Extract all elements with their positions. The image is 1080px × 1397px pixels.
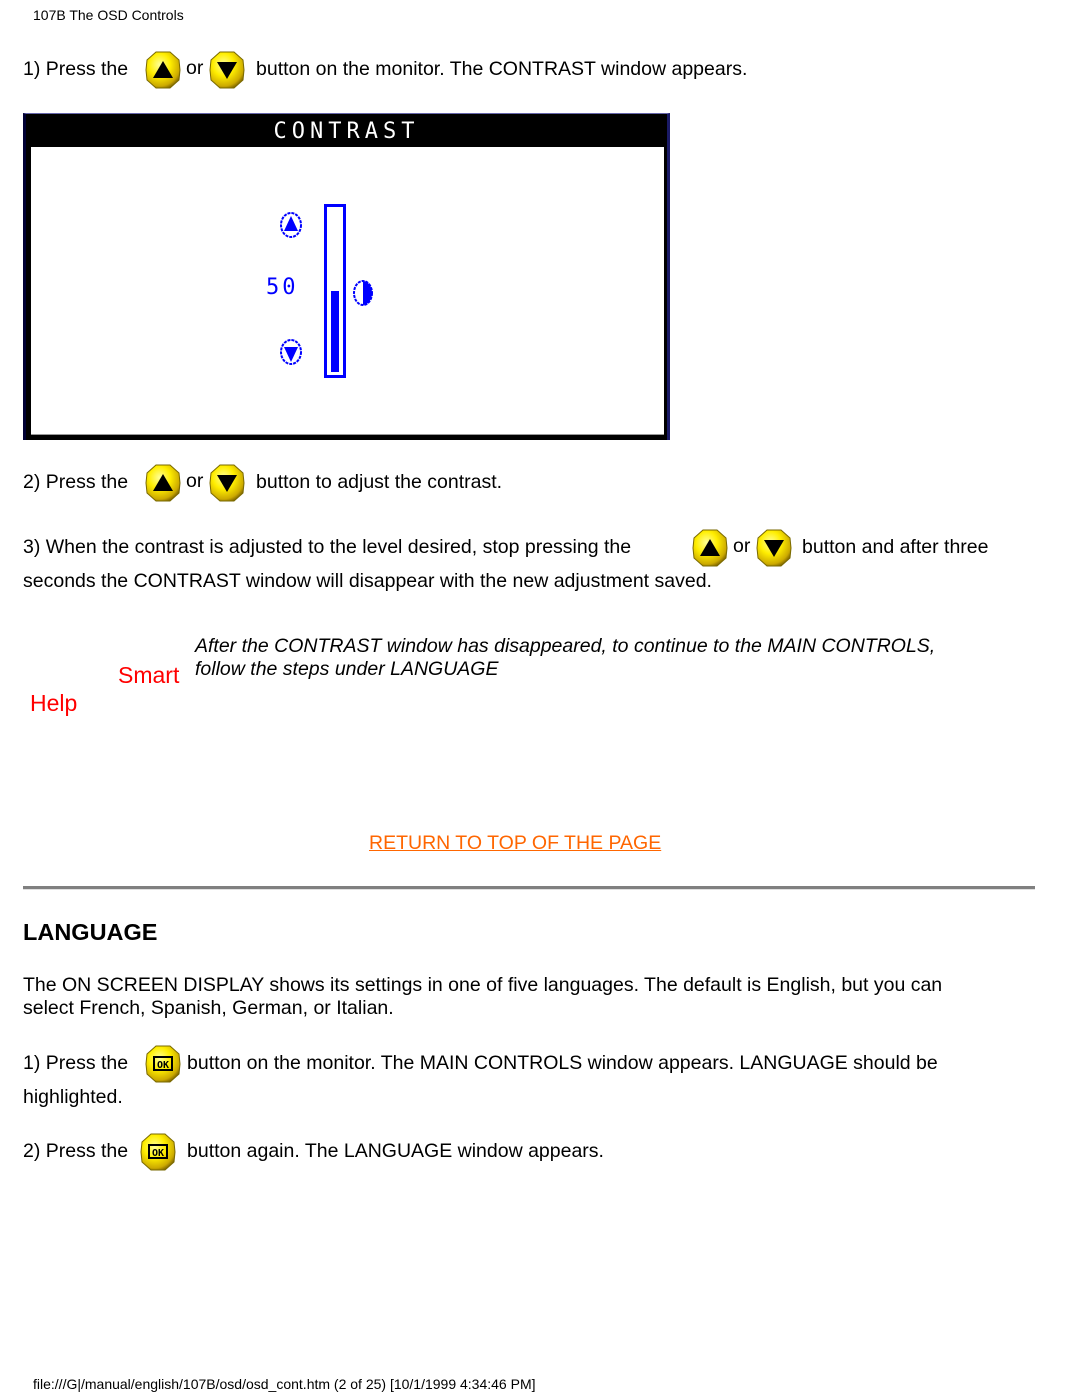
language-step-1-suffix: button on the monitor. The MAIN CONTROLS… — [187, 1052, 938, 1074]
language-step-2-suffix: button again. The LANGUAGE window appear… — [187, 1140, 604, 1162]
up-button-icon — [145, 51, 181, 89]
osd-down-arrow-icon — [280, 339, 302, 365]
smart-help-note-line-1: After the CONTRAST window has disappeare… — [195, 635, 936, 657]
language-step-1-line-2: highlighted. — [23, 1086, 123, 1108]
svg-text:OK: OK — [152, 1148, 164, 1159]
or-text: or — [186, 57, 204, 79]
osd-up-arrow-icon — [280, 212, 302, 238]
smart-help-note-line-2: follow the steps under LANGUAGE — [195, 658, 499, 680]
contrast-step-1: 1) Press the — [23, 57, 128, 81]
svg-text:OK: OK — [157, 1060, 169, 1071]
language-intro-line-1: The ON SCREEN DISPLAY shows its settings… — [23, 974, 943, 996]
smart-help-label-smart: Smart — [118, 662, 180, 688]
language-step-2-prefix: 2) Press the — [23, 1140, 129, 1162]
language-step-1-prefix: 1) Press the — [23, 1052, 129, 1074]
osd-contrast-level-fill — [331, 291, 339, 372]
section-divider — [23, 886, 1035, 890]
osd-contrast-value: 50 — [266, 275, 299, 300]
osd-window-body: 50 — [31, 147, 664, 435]
language-heading: LANGUAGE — [23, 919, 158, 945]
step-3-suffix: button and after three — [802, 536, 989, 558]
return-to-top-link[interactable]: RETURN TO TOP OF THE PAGE — [369, 832, 661, 855]
osd-window-title: CONTRAST — [273, 119, 420, 144]
step-1-prefix: 1) Press the — [23, 58, 129, 80]
page-footer-url: file:///G|/manual/english/107B/osd/osd_c… — [33, 1376, 536, 1392]
language-intro: The ON SCREEN DISPLAY shows its settings… — [23, 974, 942, 1020]
smart-help-note: After the CONTRAST window has disappeare… — [195, 635, 935, 681]
or-text: or — [186, 470, 204, 492]
step-3-prefix: 3) When the contrast is adjusted to the … — [23, 536, 632, 558]
osd-menu-button-icon: OK — [140, 1133, 176, 1171]
down-button-icon — [209, 464, 245, 502]
or-text: or — [733, 535, 751, 557]
step-2-prefix: 2) Press the — [23, 471, 129, 493]
up-button-icon — [145, 464, 181, 502]
step-2-suffix: button to adjust the contrast. — [256, 471, 503, 493]
contrast-half-circle-icon — [353, 280, 373, 306]
osd-contrast-level-bar — [324, 204, 346, 378]
step-1-suffix: button on the monitor. The CONTRAST wind… — [256, 58, 748, 80]
down-button-icon — [209, 51, 245, 89]
osd-menu-button-icon: OK — [145, 1045, 181, 1083]
step-3-line-2: seconds the CONTRAST window will disappe… — [23, 570, 712, 592]
up-button-icon — [692, 529, 728, 567]
page-header-title: 107B The OSD Controls — [33, 7, 184, 23]
language-intro-line-2: select French, Spanish, German, or Itali… — [23, 997, 394, 1019]
contrast-osd-window: CONTRAST 50 — [23, 113, 670, 440]
down-button-icon — [756, 529, 792, 567]
smart-help-label-help: Help — [30, 690, 78, 716]
